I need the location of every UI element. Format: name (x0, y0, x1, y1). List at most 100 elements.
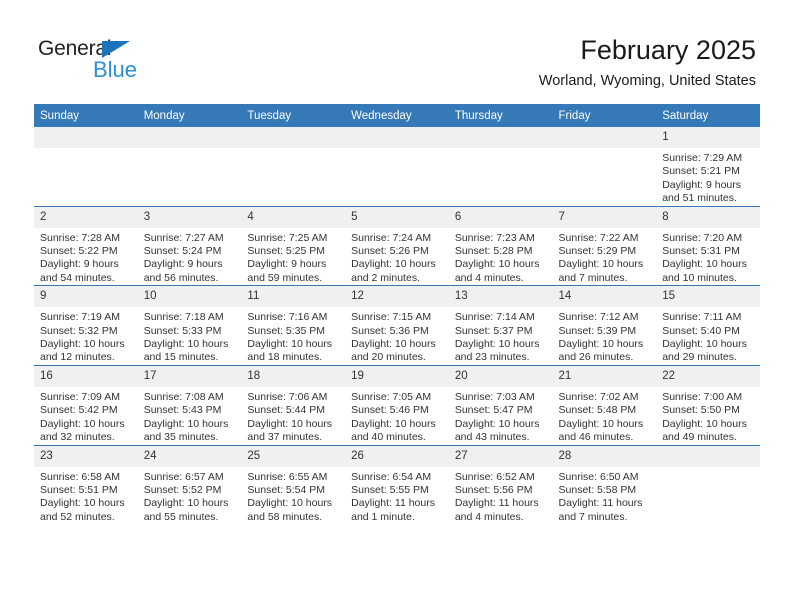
day-detail-line: Sunset: 5:39 PM (558, 324, 637, 337)
day-detail-block: Sunrise: 7:29 AM Sunset: 5:21 PM Daylight:… (656, 148, 760, 206)
calendar-grid: Sunday Monday Tuesday Wednesday Thursday… (34, 104, 760, 525)
day-detail-line: and 12 minutes. (40, 351, 115, 364)
day-detail-line: Sunrise: 7:03 AM (454, 390, 535, 403)
day-detail-line: Sunset: 5:37 PM (454, 324, 533, 337)
day-detail-line: Sunrise: 6:54 AM (351, 470, 432, 483)
day-detail-line: Sunset: 5:21 PM (662, 165, 740, 178)
calendar-day-cell[interactable]: 18 Sunrise: 7:06 AM Sunset: 5:44 PM Dayligh… (241, 364, 346, 445)
calendar-day-cell[interactable]: 3 Sunrise: 7:27 AM Sunset: 5:24 PM Daylight… (137, 205, 242, 286)
calendar-day-cell[interactable]: 16 Sunrise: 7:09 AM Sunset: 5:42 PM Dayligh… (34, 364, 138, 445)
day-detail-line: Daylight: 10 hours (40, 497, 125, 510)
calendar-week-row: 9 Sunrise: 7:19 AM Sunset: 5:32 PM Daylight… (34, 285, 760, 366)
day-number: 9 (34, 286, 138, 308)
day-detail-line: Sunset: 5:46 PM (351, 404, 429, 417)
calendar-day-cell[interactable]: 24 Sunrise: 6:57 AM Sunset: 5:52 PM Dayligh… (137, 444, 242, 525)
day-detail-block: Sunrise: 7:23 AM Sunset: 5:28 PM Daylight:… (449, 228, 553, 286)
day-number: 4 (241, 206, 346, 228)
calendar-day-cell-empty (656, 444, 760, 525)
day-detail-block: Sunrise: 7:02 AM Sunset: 5:48 PM Daylight:… (553, 387, 657, 445)
day-detail-line: Sunrise: 7:05 AM (351, 390, 432, 403)
day-detail-block: Sunrise: 7:14 AM Sunset: 5:37 PM Daylight:… (449, 307, 553, 365)
calendar-day-cell[interactable]: 23 Sunrise: 6:58 AM Sunset: 5:51 PM Dayligh… (34, 444, 138, 525)
day-detail-line: Daylight: 10 hours (662, 338, 747, 351)
day-detail-block: Sunrise: 7:20 AM Sunset: 5:31 PM Daylight:… (656, 228, 760, 286)
day-detail-line: Sunrise: 7:11 AM (662, 311, 742, 324)
calendar-day-cell[interactable]: 26 Sunrise: 6:54 AM Sunset: 5:55 PM Dayligh… (345, 444, 449, 525)
day-detail-line: Daylight: 11 hours (558, 497, 643, 510)
weekday-header-friday: Friday (552, 104, 657, 127)
calendar-day-cell[interactable]: 27 Sunrise: 6:52 AM Sunset: 5:56 PM Dayligh… (448, 444, 553, 525)
day-detail-block: Sunrise: 7:22 AM Sunset: 5:29 PM Daylight:… (553, 228, 657, 286)
day-number (448, 127, 553, 148)
day-detail-line: Sunrise: 6:50 AM (558, 470, 639, 483)
day-detail-line: Sunrise: 6:58 AM (40, 470, 120, 483)
calendar-day-cell[interactable]: 11 Sunrise: 7:16 AM Sunset: 5:35 PM Dayligh… (241, 285, 346, 366)
day-detail-line: and 59 minutes. (247, 271, 323, 284)
day-number: 19 (345, 365, 449, 387)
calendar-day-cell[interactable]: 15 Sunrise: 7:11 AM Sunset: 5:40 PM Dayligh… (656, 285, 760, 366)
day-detail-block: Sunrise: 7:06 AM Sunset: 5:44 PM Daylight:… (241, 387, 345, 445)
day-detail-line: Sunrise: 7:14 AM (454, 311, 535, 324)
day-detail-line: Daylight: 10 hours (558, 417, 644, 430)
calendar-day-cell[interactable]: 22 Sunrise: 7:00 AM Sunset: 5:50 PM Dayligh… (656, 364, 760, 445)
calendar-day-cell[interactable]: 14 Sunrise: 7:12 AM Sunset: 5:39 PM Dayligh… (552, 285, 657, 366)
calendar-day-cell[interactable]: 17 Sunrise: 7:08 AM Sunset: 5:43 PM Dayligh… (137, 364, 242, 445)
day-detail-line: Daylight: 10 hours (351, 417, 436, 430)
calendar-day-cell-empty (448, 127, 553, 207)
day-detail-line: Sunset: 5:32 PM (40, 324, 118, 337)
calendar-day-cell[interactable]: 20 Sunrise: 7:03 AM Sunset: 5:47 PM Dayligh… (448, 364, 553, 445)
day-detail-line: Daylight: 10 hours (454, 258, 540, 271)
day-detail-line: and 49 minutes. (662, 431, 737, 444)
day-detail-line: Sunrise: 7:16 AM (247, 311, 328, 324)
day-detail-line: and 15 minutes. (143, 351, 219, 364)
day-detail-line: Sunrise: 7:00 AM (662, 390, 743, 403)
day-detail-line: Daylight: 10 hours (662, 417, 747, 430)
calendar-day-cell[interactable]: 13 Sunrise: 7:14 AM Sunset: 5:37 PM Dayligh… (448, 285, 553, 366)
day-detail-block: Sunrise: 6:54 AM Sunset: 5:55 PM Daylight:… (345, 467, 449, 525)
day-detail-line: Sunset: 5:47 PM (454, 404, 533, 417)
day-number (137, 127, 242, 148)
day-detail-line: and 51 minutes. (662, 192, 737, 205)
day-detail-line: and 35 minutes. (143, 431, 219, 444)
day-detail-line: and 52 minutes. (40, 510, 115, 523)
day-detail-line: Daylight: 9 hours (247, 258, 327, 271)
general-blue-logo[interactable]: General Blue (38, 38, 158, 84)
calendar-day-cell[interactable]: 9 Sunrise: 7:19 AM Sunset: 5:32 PM Daylight… (34, 285, 138, 366)
calendar-day-cell[interactable]: 10 Sunrise: 7:18 AM Sunset: 5:33 PM Dayligh… (137, 285, 242, 366)
calendar-day-cell[interactable]: 12 Sunrise: 7:15 AM Sunset: 5:36 PM Dayligh… (345, 285, 449, 366)
day-detail-block: Sunrise: 6:58 AM Sunset: 5:51 PM Daylight:… (34, 467, 138, 525)
calendar-day-cell[interactable]: 6 Sunrise: 7:23 AM Sunset: 5:28 PM Daylight… (448, 205, 553, 286)
day-detail-line: Sunrise: 7:25 AM (247, 231, 328, 244)
calendar-day-cell[interactable]: 21 Sunrise: 7:02 AM Sunset: 5:48 PM Dayligh… (552, 364, 657, 445)
day-number: 10 (137, 286, 242, 308)
calendar-day-cell[interactable]: 2 Sunrise: 7:28 AM Sunset: 5:22 PM Daylight… (34, 205, 138, 286)
day-number (345, 127, 449, 148)
day-detail-line: Sunset: 5:40 PM (662, 324, 740, 337)
calendar-day-cell[interactable]: 4 Sunrise: 7:25 AM Sunset: 5:25 PM Daylight… (241, 205, 346, 286)
calendar-day-cell[interactable]: 19 Sunrise: 7:05 AM Sunset: 5:46 PM Dayligh… (345, 364, 449, 445)
calendar-day-cell[interactable]: 1 Sunrise: 7:29 AM Sunset: 5:21 PM Daylight… (656, 127, 760, 207)
calendar-day-cell[interactable]: 28 Sunrise: 6:50 AM Sunset: 5:58 PM Dayligh… (552, 444, 657, 525)
calendar-day-cell[interactable]: 8 Sunrise: 7:20 AM Sunset: 5:31 PM Daylight… (656, 205, 760, 286)
day-detail-block: Sunrise: 7:00 AM Sunset: 5:50 PM Daylight:… (656, 387, 760, 445)
day-detail-line: and 43 minutes. (454, 431, 530, 444)
day-detail-line: Sunset: 5:55 PM (351, 483, 429, 496)
calendar-day-cell[interactable]: 7 Sunrise: 7:22 AM Sunset: 5:29 PM Daylight… (552, 205, 657, 286)
weekday-header-tuesday: Tuesday (241, 104, 346, 127)
day-detail-line: Sunset: 5:42 PM (40, 404, 118, 417)
day-detail-line: Sunset: 5:24 PM (143, 245, 222, 258)
day-detail-line: Daylight: 9 hours (143, 258, 223, 271)
calendar-day-cell[interactable]: 5 Sunrise: 7:24 AM Sunset: 5:26 PM Daylight… (345, 205, 449, 286)
day-detail-line: Sunset: 5:28 PM (454, 245, 533, 258)
day-detail-block (345, 148, 449, 152)
day-number: 21 (552, 365, 657, 387)
day-detail-block: Sunrise: 7:05 AM Sunset: 5:46 PM Daylight:… (345, 387, 449, 445)
day-detail-line: Sunrise: 7:02 AM (558, 390, 639, 403)
calendar-day-cell[interactable]: 25 Sunrise: 6:55 AM Sunset: 5:54 PM Dayligh… (241, 444, 346, 525)
day-detail-line: Sunset: 5:43 PM (143, 404, 222, 417)
day-detail-line: and 26 minutes. (558, 351, 634, 364)
day-detail-block: Sunrise: 6:52 AM Sunset: 5:56 PM Daylight:… (449, 467, 553, 525)
day-detail-line: Sunset: 5:48 PM (558, 404, 637, 417)
day-detail-line: and 55 minutes. (143, 510, 219, 523)
day-detail-line: Sunset: 5:31 PM (662, 245, 740, 258)
